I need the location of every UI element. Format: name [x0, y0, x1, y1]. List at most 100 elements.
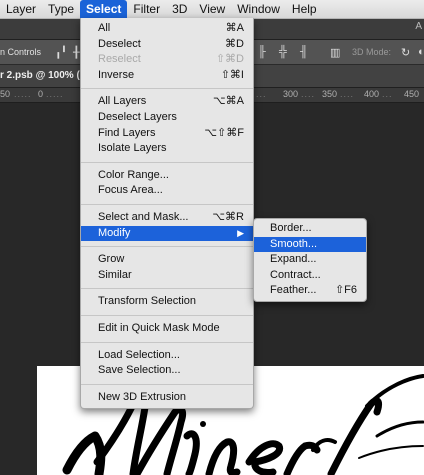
menu-item-find-layers[interactable]: Find Layers ⌥⇧⌘F [81, 126, 253, 142]
distribute-center-icon[interactable]: ╬ [279, 46, 287, 58]
ruler-tick: 450 [404, 89, 420, 99]
shortcut-label: ⇧⌘D [215, 53, 244, 66]
menu-view[interactable]: View [193, 0, 231, 18]
menu-item-label: Deselect [98, 37, 141, 50]
auto-align-icon[interactable]: ▥ [330, 46, 340, 59]
menu-item-label: Transform Selection [98, 295, 197, 308]
menu-item-new-3d-extrusion[interactable]: New 3D Extrusion [81, 390, 253, 406]
menu-type[interactable]: Type [42, 0, 80, 18]
menu-item-label: All Layers [98, 95, 147, 108]
menu-item-similar[interactable]: Similar [81, 268, 253, 284]
menu-item-label: Edit in Quick Mask Mode [98, 321, 220, 334]
menu-help[interactable]: Help [286, 0, 323, 18]
menu-separator [81, 314, 253, 316]
menu-item-label: Isolate Layers [98, 142, 167, 155]
menu-item-inverse[interactable]: Inverse ⇧⌘I [81, 68, 253, 84]
menu-separator [81, 246, 253, 248]
app-title: A [415, 21, 422, 32]
shortcut-label: ⇧⌘I [220, 68, 244, 81]
submenu-item-smooth[interactable]: Smooth... [254, 236, 366, 253]
align-top-icon[interactable]: ╻╹ [55, 46, 67, 59]
3d-rotate-icon[interactable]: ↻ [401, 46, 410, 59]
shortcut-label: ⌥⇧⌘F [204, 126, 244, 139]
menu-filter[interactable]: Filter [127, 0, 166, 18]
shortcut-label: ⌘A [225, 22, 244, 34]
select-menu-dropdown: All ⌘A Deselect ⌘D Reselect ⇧⌘D Inverse ⇧⌘I … [80, 18, 254, 410]
submenu-item-expand[interactable]: Expand... [254, 252, 366, 268]
menu-item-label: Focus Area... [98, 184, 163, 197]
ruler-dots: ..... [14, 89, 32, 99]
ruler-dots: .... [301, 89, 316, 99]
shortcut-label: ⌥⌘R [212, 210, 244, 223]
menu-item-label: Reselect [98, 53, 141, 66]
modify-submenu: Border... Smooth... Expand... Contract..… [253, 218, 367, 302]
menu-item-label: Deselect Layers [98, 110, 177, 123]
menu-item-select-and-mask[interactable]: Select and Mask... ⌥⌘R [81, 210, 253, 226]
menu-select[interactable]: Select [80, 0, 128, 18]
menu-item-label: Modify [98, 226, 131, 239]
ruler-tick: 350 [322, 89, 338, 99]
shortcut-label: ⌘D [225, 37, 244, 50]
document-tab-title: r 2.psb @ 100% (L [0, 70, 86, 81]
menu-item-label: Smooth... [270, 237, 318, 250]
menu-separator [81, 203, 253, 205]
ruler-dots: ... [256, 89, 267, 99]
menu-item-label: Contract... [270, 268, 321, 281]
ruler-tick: 0 [38, 89, 44, 99]
menu-item-all[interactable]: All ⌘A [81, 21, 253, 37]
menu-item-quick-mask[interactable]: Edit in Quick Mask Mode [81, 321, 253, 337]
menu-separator [81, 161, 253, 163]
menu-item-load-selection[interactable]: Load Selection... [81, 348, 253, 364]
ruler-tick: 400 [364, 89, 380, 99]
menu-item-modify[interactable]: Modify ▶ [81, 225, 253, 242]
menu-item-transform-selection[interactable]: Transform Selection [81, 294, 253, 310]
menu-separator [81, 341, 253, 343]
menu-item-label: Border... [270, 222, 312, 234]
menu-window[interactable]: Window [231, 0, 286, 18]
menu-item-label: Color Range... [98, 168, 169, 181]
menu-item-label: Feather... [270, 284, 317, 297]
ruler-tick: 300 [283, 89, 299, 99]
menu-item-all-layers[interactable]: All Layers ⌥⌘A [81, 94, 253, 110]
menu-item-label: Grow [98, 253, 125, 266]
ruler-tick: 50 [0, 89, 11, 99]
menu-separator [81, 383, 253, 385]
menu-item-label: Load Selection... [98, 348, 180, 361]
menu-item-label: All [98, 22, 111, 34]
3d-roll-icon[interactable]: ◐ [418, 46, 424, 58]
menu-separator [81, 288, 253, 290]
menu-item-label: Save Selection... [98, 364, 181, 377]
submenu-item-contract[interactable]: Contract... [254, 268, 366, 284]
menu-item-reselect: Reselect ⇧⌘D [81, 52, 253, 68]
ruler-dots: ..... [46, 89, 64, 99]
distribute-left-icon[interactable]: ╟ [258, 46, 266, 58]
menu-item-deselect[interactable]: Deselect ⌘D [81, 37, 253, 53]
submenu-item-feather[interactable]: Feather... ⇧F6 [254, 283, 366, 299]
menu-item-label: New 3D Extrusion [98, 390, 187, 403]
menu-item-isolate-layers[interactable]: Isolate Layers [81, 141, 253, 157]
menu-item-save-selection[interactable]: Save Selection... [81, 363, 253, 379]
shortcut-label: ⇧F6 [334, 284, 357, 297]
menu-item-deselect-layers[interactable]: Deselect Layers [81, 110, 253, 126]
menu-3d[interactable]: 3D [166, 0, 193, 18]
menu-separator [81, 88, 253, 90]
menu-item-label: Expand... [270, 253, 317, 266]
3d-mode-label: 3D Mode: [352, 47, 392, 57]
menu-item-label: Inverse [98, 68, 135, 81]
ruler-dots: .... [340, 89, 355, 99]
submenu-item-border[interactable]: Border... [254, 221, 366, 237]
menu-item-label: Similar [98, 268, 132, 281]
menu-layer[interactable]: Layer [0, 0, 42, 18]
menu-item-focus-area[interactable]: Focus Area... [81, 183, 253, 199]
menu-item-label: Select and Mask... [98, 210, 189, 223]
align-vertical-center-icon[interactable]: ╂ [73, 46, 80, 59]
ruler-dots: ... [382, 89, 393, 99]
menu-bar: Layer Type Select Filter 3D View Window … [0, 0, 424, 19]
menu-item-grow[interactable]: Grow [81, 252, 253, 268]
distribute-right-icon[interactable]: ╢ [300, 46, 308, 58]
show-transform-controls-label[interactable]: n Controls [0, 47, 41, 57]
menu-item-label: Find Layers [98, 126, 156, 139]
menu-item-color-range[interactable]: Color Range... [81, 168, 253, 184]
submenu-arrow-icon: ▶ [237, 227, 244, 238]
shortcut-label: ⌥⌘A [212, 95, 244, 108]
